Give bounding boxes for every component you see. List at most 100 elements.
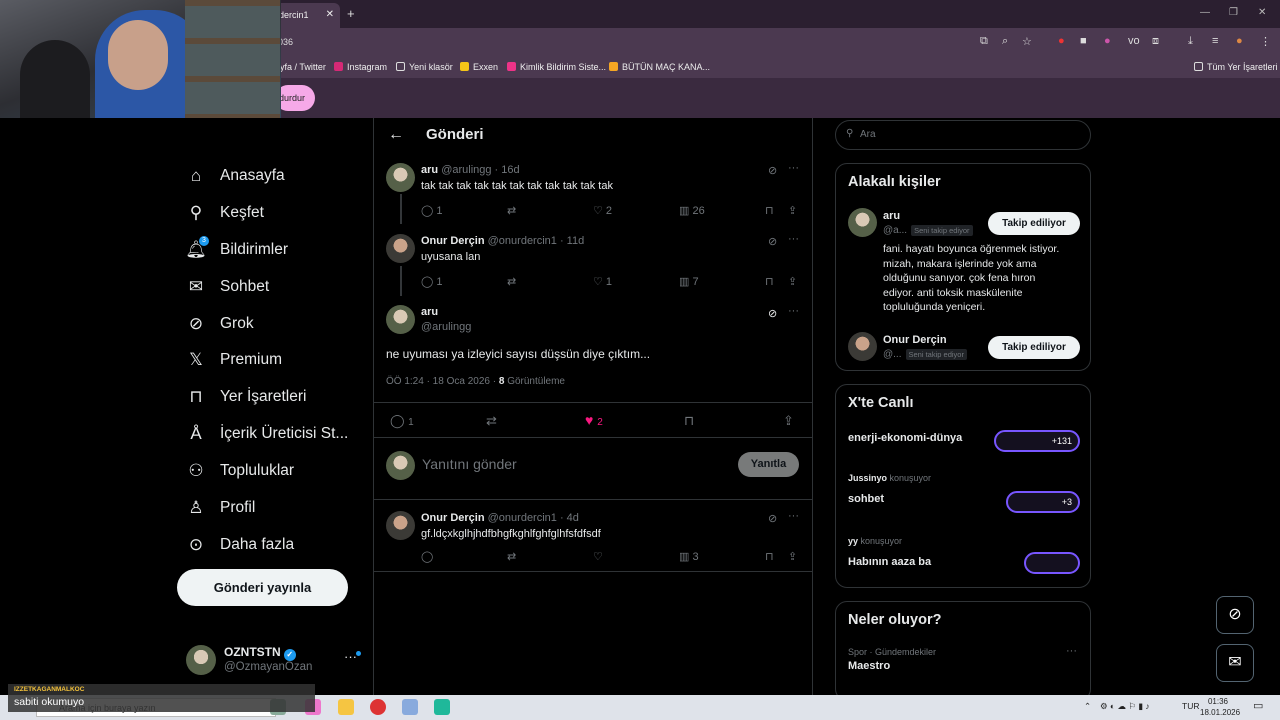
bookmark-item[interactable]: Instagram xyxy=(334,62,387,72)
tab-close-icon[interactable]: ✕ xyxy=(326,9,334,20)
space-topic[interactable]: enerji-ekonomi-dünya xyxy=(848,432,962,444)
all-bookmarks[interactable]: Tüm Yer İşaretleri xyxy=(1194,62,1278,72)
tweet-author[interactable]: Onur Derçin @onurdercin1 · 4d xyxy=(421,512,579,524)
share-icon[interactable]: ⇪ xyxy=(788,275,797,288)
extensions-puzzle-icon[interactable]: ⧈ xyxy=(1152,35,1159,48)
nav-profile[interactable]: ♙ Profil xyxy=(186,496,255,520)
like-icon[interactable]: ♡ 2 xyxy=(593,204,612,217)
retweet-icon[interactable]: ⇄ xyxy=(486,413,497,429)
bookmark-item[interactable]: Exxen xyxy=(460,62,498,72)
menu-icon[interactable]: ⋮ xyxy=(1260,35,1271,48)
nav-messages[interactable]: ✉ Sohbet xyxy=(186,275,269,299)
bookmark-item[interactable]: Kimlik Bildirim Siste... xyxy=(507,62,606,72)
views-icon[interactable]: ▥ 3 xyxy=(679,550,699,563)
notification-center-icon[interactable]: ▭ xyxy=(1253,699,1263,712)
bookmark-icon[interactable]: ⊓ xyxy=(765,204,774,217)
nav-creator-studio[interactable]: Å İçerik Üreticisi St... xyxy=(186,422,348,446)
nav-home[interactable]: ⌂ Anasayfa xyxy=(186,164,285,188)
author-handle[interactable]: @arulingg xyxy=(421,321,471,333)
more-icon[interactable]: ··· xyxy=(344,649,357,664)
grok-icon[interactable]: ⊘ xyxy=(768,307,777,320)
share-icon[interactable]: ⇪ xyxy=(783,413,794,429)
messages-fab-icon[interactable]: ✉ xyxy=(1216,644,1254,682)
nav-more[interactable]: ⊙ Daha fazla xyxy=(186,533,294,557)
avatar[interactable] xyxy=(386,305,415,334)
maximize-icon[interactable]: ❐ xyxy=(1229,7,1238,18)
search-input[interactable]: ⚲ Ara xyxy=(835,120,1091,150)
grok-icon[interactable]: ⊘ xyxy=(768,235,777,248)
more-icon[interactable]: ··· xyxy=(788,305,799,317)
space-topic[interactable]: Habının aaza ba xyxy=(848,556,931,568)
extension-icon[interactable]: vo xyxy=(1128,35,1140,47)
bookmark-icon[interactable]: ⊓ xyxy=(765,275,774,288)
like-icon[interactable]: ♡ xyxy=(593,550,603,563)
nav-notifications[interactable]: 🔔︎ 3 Bildirimler xyxy=(185,236,288,262)
bookmark-item[interactable]: Yeni klasör xyxy=(396,62,453,72)
minimize-icon[interactable]: — xyxy=(1200,7,1210,18)
reply-icon[interactable]: ◯ 1 xyxy=(390,413,414,429)
nav-bookmarks[interactable]: ⊓ Yer İşaretleri xyxy=(186,385,306,409)
new-tab-icon[interactable]: + xyxy=(347,6,355,21)
following-button[interactable]: Takip ediliyor xyxy=(988,336,1080,359)
nav-explore[interactable]: ⚲ Keşfet xyxy=(186,201,264,225)
bookmark-star-icon[interactable]: ☆ xyxy=(1022,35,1032,48)
nav-communities[interactable]: ⚇ Topluluklar xyxy=(186,459,294,483)
views-icon[interactable]: ▥ 7 xyxy=(679,275,699,288)
retweet-icon[interactable]: ⇄ xyxy=(507,204,516,217)
cast-icon[interactable]: ⧉ xyxy=(980,35,988,48)
app-icon[interactable] xyxy=(402,699,418,715)
avatar[interactable] xyxy=(848,208,877,237)
avatar[interactable] xyxy=(848,332,877,361)
grok-icon[interactable]: ⊘ xyxy=(768,164,777,177)
clock[interactable]: 01:36 18.01.2026 xyxy=(1200,696,1240,718)
post-button[interactable]: Gönderi yayınla xyxy=(177,569,348,606)
space-listeners[interactable] xyxy=(1024,552,1080,574)
retweet-icon[interactable]: ⇄ xyxy=(507,550,516,563)
bookmark-icon[interactable]: ⊓ xyxy=(765,550,774,563)
person-name[interactable]: aru xyxy=(883,210,900,222)
bookmark-item[interactable]: yfa / Twitter xyxy=(280,62,326,72)
zoom-icon[interactable]: ⌕ xyxy=(1002,35,1008,48)
reply-icon[interactable]: ◯ xyxy=(421,550,433,563)
reading-list-icon[interactable]: ≡ xyxy=(1212,35,1218,47)
nav-grok[interactable]: ⊘ Grok xyxy=(186,312,254,336)
grok-fab-icon[interactable]: ⊘ xyxy=(1216,596,1254,634)
close-window-icon[interactable]: ✕ xyxy=(1258,7,1266,18)
tray-chevron-icon[interactable]: ⌃ xyxy=(1084,701,1091,712)
share-icon[interactable]: ⇪ xyxy=(788,550,797,563)
back-arrow-icon[interactable]: ← xyxy=(388,126,404,144)
language-indicator[interactable]: TUR xyxy=(1182,701,1199,711)
person-name[interactable]: Onur Derçin xyxy=(883,334,947,346)
extension-icon[interactable]: ● xyxy=(1104,35,1111,47)
stop-sharing-button[interactable]: durdur xyxy=(275,85,315,111)
app-icon[interactable] xyxy=(434,699,450,715)
account-switcher[interactable]: OZNTSTN ✓ @OzmayanOzan ··· xyxy=(186,645,366,685)
retweet-icon[interactable]: ⇄ xyxy=(507,275,516,288)
avatar[interactable] xyxy=(386,511,415,540)
avatar[interactable] xyxy=(386,234,415,263)
more-icon[interactable]: ··· xyxy=(788,233,799,245)
more-icon[interactable]: ··· xyxy=(788,510,799,522)
extension-icon[interactable]: ● xyxy=(1058,35,1065,47)
download-icon[interactable]: ⤓ xyxy=(1188,35,1193,48)
author-name[interactable]: aru xyxy=(421,306,438,318)
avatar[interactable] xyxy=(386,163,415,192)
like-icon[interactable]: ♡ 1 xyxy=(593,275,612,288)
profile-avatar-icon[interactable]: ● xyxy=(1236,35,1243,47)
liked-heart-icon[interactable]: ♥ 2 xyxy=(585,412,603,428)
more-icon[interactable]: ··· xyxy=(1066,645,1077,657)
bookmark-item[interactable]: BÜTÜN MAÇ KANA... xyxy=(609,62,710,72)
reply-input[interactable]: Yanıtını gönder xyxy=(422,456,517,472)
tweet-author[interactable]: aru @arulingg · 16d xyxy=(421,164,520,176)
grok-icon[interactable]: ⊘ xyxy=(768,512,777,525)
extension-icon[interactable]: ■ xyxy=(1080,35,1087,47)
reply-button[interactable]: Yanıtla xyxy=(738,452,799,477)
reply-icon[interactable]: ◯ 1 xyxy=(421,275,443,288)
nav-premium[interactable]: 𝕏 Premium xyxy=(186,348,282,372)
more-icon[interactable]: ··· xyxy=(788,162,799,174)
trend-name[interactable]: Maestro xyxy=(848,660,890,672)
chrome-icon[interactable] xyxy=(370,699,386,715)
space-listeners[interactable]: +131 xyxy=(994,430,1080,452)
file-explorer-icon[interactable] xyxy=(338,699,354,715)
views-icon[interactable]: ▥ 26 xyxy=(679,204,705,217)
